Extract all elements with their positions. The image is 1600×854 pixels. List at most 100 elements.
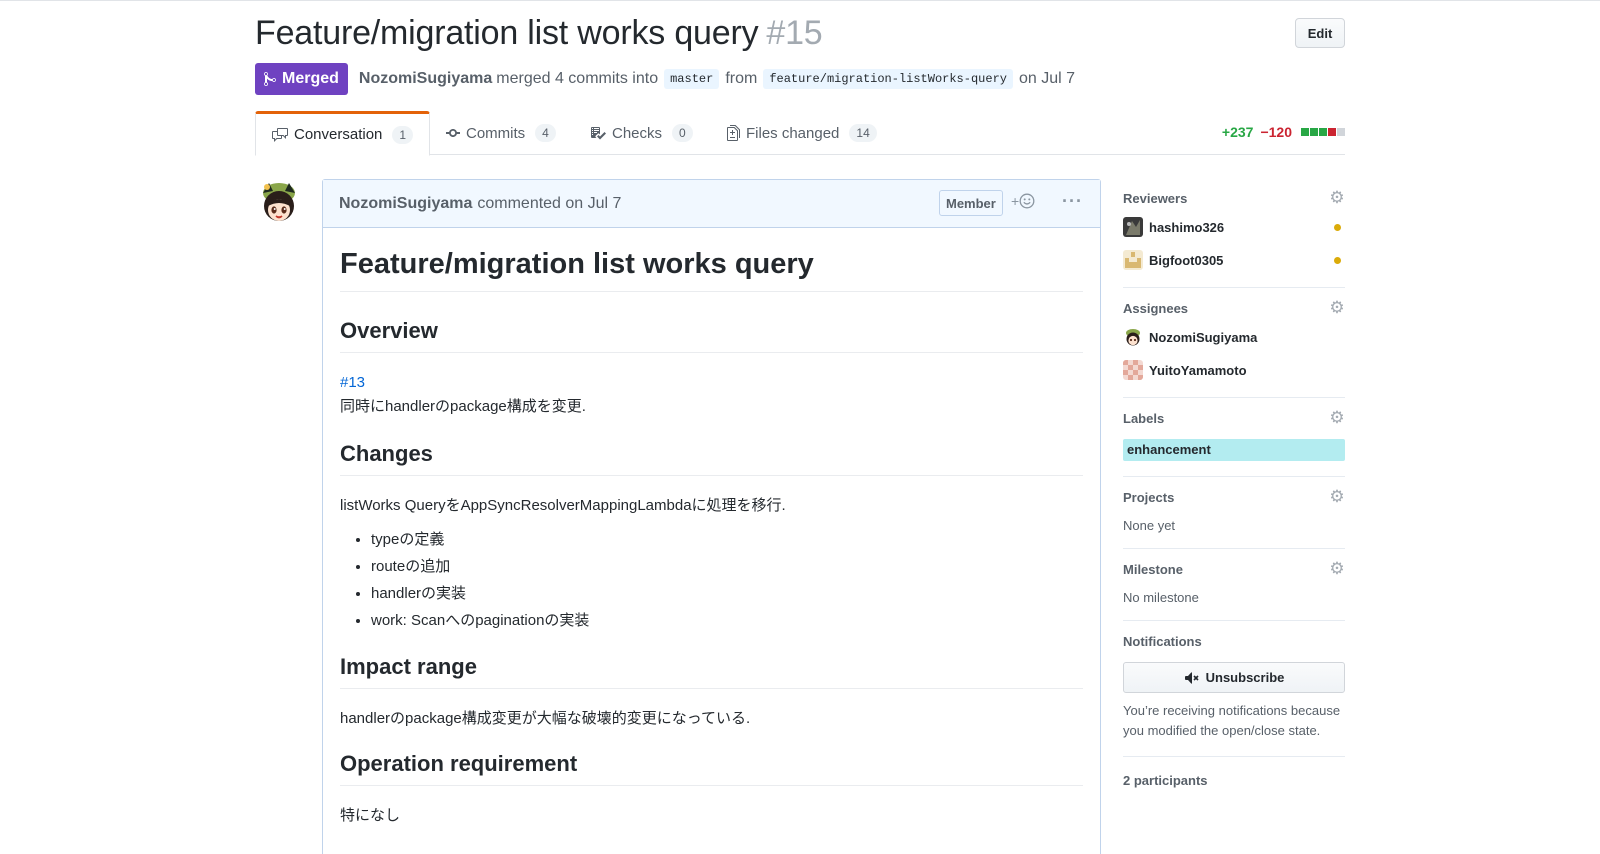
changes-list: typeの定義 routeの追加 handlerの実装 work: Scanへの…: [371, 526, 1083, 634]
pr-number: #15: [766, 14, 823, 52]
tab-files-changed-label: Files changed: [746, 124, 840, 142]
page-title: Feature/migration list works query #15: [255, 14, 823, 53]
pr-title-text: Feature/migration list works query: [255, 14, 759, 52]
notification-reason: You’re receiving notifications because y…: [1123, 703, 1341, 738]
heading-operation-requirement: Operation requirement: [340, 751, 1083, 786]
tab-checks-label: Checks: [612, 124, 663, 142]
reviewer-item[interactable]: Bigfoot0305: [1123, 248, 1345, 272]
diffstat: +237 −120: [1222, 124, 1345, 140]
status-badge-label: Merged: [282, 70, 339, 87]
file-diff-icon: [727, 125, 740, 141]
pr-tabs: Conversation 1 Commits 4 Checks 0 Files …: [255, 111, 1345, 156]
diffstat-additions: +237: [1221, 124, 1254, 140]
projects-heading: Projects: [1123, 489, 1175, 505]
reviewers-section: Reviewers ⚙ hashimo326 Bigfoot0305: [1123, 182, 1345, 288]
diffstat-block: [1310, 128, 1318, 136]
edit-button[interactable]: Edit: [1295, 18, 1345, 48]
head-branch[interactable]: feature/migration-listWorks-query: [763, 69, 1013, 89]
milestone-section: Milestone ⚙ No milestone: [1123, 549, 1345, 621]
tab-conversation-count: 1: [392, 125, 414, 144]
labels-section: Labels ⚙ enhancement: [1123, 398, 1345, 477]
list-item: typeの定義: [371, 526, 1083, 553]
diffstat-block: [1337, 128, 1345, 136]
smiley-icon: [1019, 193, 1035, 209]
kebab-horizontal-icon[interactable]: ···: [1062, 191, 1083, 212]
diffstat-block: [1319, 128, 1327, 136]
unsubscribe-button[interactable]: Unsubscribe: [1123, 662, 1345, 693]
assignee-name: NozomiSugiyama: [1149, 329, 1258, 345]
reviewers-heading: Reviewers: [1123, 190, 1188, 206]
comment-header: NozomiSugiyama commented on Jul 7 Member…: [323, 180, 1100, 228]
tab-checks-count: 0: [672, 124, 693, 142]
comment-body: Feature/migration list works query Overv…: [323, 228, 1100, 852]
tab-commits-count: 4: [535, 124, 556, 142]
list-item: routeの追加: [371, 553, 1083, 580]
body-title: Feature/migration list works query: [340, 248, 1083, 292]
avatar: [1123, 360, 1143, 380]
diffstat-deletions: −120: [1260, 124, 1292, 140]
list-item: handlerの実装: [371, 580, 1083, 607]
labels-heading: Labels: [1123, 410, 1165, 426]
pending-review-dot: [1334, 224, 1341, 231]
diffstat-block: [1301, 128, 1309, 136]
gear-icon[interactable]: ⚙: [1329, 488, 1345, 505]
tab-checks[interactable]: Checks 0: [574, 111, 709, 155]
avatar[interactable]: [255, 179, 303, 227]
author-link[interactable]: NozomiSugiyama: [359, 70, 492, 88]
notifications-heading: Notifications: [1123, 633, 1202, 649]
discussion-sidebar: Reviewers ⚙ hashimo326 Bigfoot0305 Assig…: [1123, 182, 1345, 788]
from-text: from: [725, 70, 758, 87]
git-commit-icon: [446, 129, 460, 137]
pr-meta: Merged NozomiSugiyama merged 4 commits i…: [255, 63, 1075, 95]
comment-author[interactable]: NozomiSugiyama: [339, 195, 472, 213]
diffstat-blocks: [1301, 128, 1345, 136]
milestone-value: No milestone: [1123, 590, 1199, 605]
projects-value: None yet: [1123, 518, 1176, 533]
gear-icon[interactable]: ⚙: [1329, 560, 1345, 577]
projects-section: Projects ⚙ None yet: [1123, 477, 1345, 549]
assignee-item[interactable]: YuitoYamamoto: [1123, 358, 1345, 382]
heading-changes: Changes: [340, 441, 1083, 476]
status-badge: Merged: [255, 63, 348, 95]
pending-review-dot: [1334, 257, 1341, 264]
gear-icon[interactable]: ⚙: [1329, 189, 1345, 206]
reviewer-item[interactable]: hashimo326: [1123, 215, 1345, 239]
notifications-section: Notifications Unsubscribe You’re receivi…: [1123, 621, 1345, 757]
milestone-heading: Milestone: [1123, 561, 1183, 577]
avatar: [1123, 217, 1143, 237]
issue-link[interactable]: #13: [340, 374, 365, 391]
tab-conversation[interactable]: Conversation 1: [255, 111, 431, 156]
tab-files-changed[interactable]: Files changed 14: [711, 111, 893, 155]
plus-text: +: [1011, 193, 1020, 209]
reviewer-name: hashimo326: [1149, 219, 1225, 235]
operation-text: 特になし: [340, 807, 401, 824]
assignee-item[interactable]: NozomiSugiyama: [1123, 325, 1345, 349]
comment-discussion-icon: [272, 127, 288, 142]
gear-icon[interactable]: ⚙: [1329, 299, 1345, 316]
merge-text: merged 4 commits into: [496, 70, 659, 87]
add-reaction-button[interactable]: +: [1011, 193, 1035, 209]
impact-text: handlerのpackage構成変更が大幅な破壊的変更になっている.: [340, 710, 751, 727]
member-badge: Member: [939, 190, 1003, 216]
gear-icon[interactable]: ⚙: [1329, 409, 1345, 426]
checklist-icon: [591, 127, 606, 140]
label-enhancement[interactable]: enhancement: [1123, 439, 1345, 461]
heading-overview: Overview: [340, 318, 1083, 353]
diffstat-block: [1328, 128, 1336, 136]
pull-request-page: Feature/migration list works query #15 Ed…: [255, 0, 1345, 854]
tab-conversation-label: Conversation: [294, 126, 383, 143]
unsubscribe-label: Unsubscribe: [1205, 670, 1285, 685]
comment-box: NozomiSugiyama commented on Jul 7 Member…: [322, 179, 1101, 854]
tab-commits-label: Commits: [466, 124, 526, 142]
overview-text: 同時にhandlerのpackage構成を変更.: [340, 398, 586, 415]
tab-files-changed-count: 14: [849, 124, 877, 142]
comment-action[interactable]: commented on Jul 7: [477, 195, 621, 213]
changes-text: listWorks QueryをAppSyncResolverMappingLa…: [340, 497, 786, 514]
base-branch[interactable]: master: [664, 69, 720, 89]
avatar-image: [255, 179, 303, 227]
avatar: [1123, 250, 1143, 270]
merge-date: on Jul 7: [1018, 70, 1076, 87]
merge-icon: [264, 71, 276, 87]
assignees-section: Assignees ⚙ NozomiSugiyama YuitoYamamoto: [1123, 288, 1345, 398]
tab-commits[interactable]: Commits 4: [430, 111, 572, 155]
